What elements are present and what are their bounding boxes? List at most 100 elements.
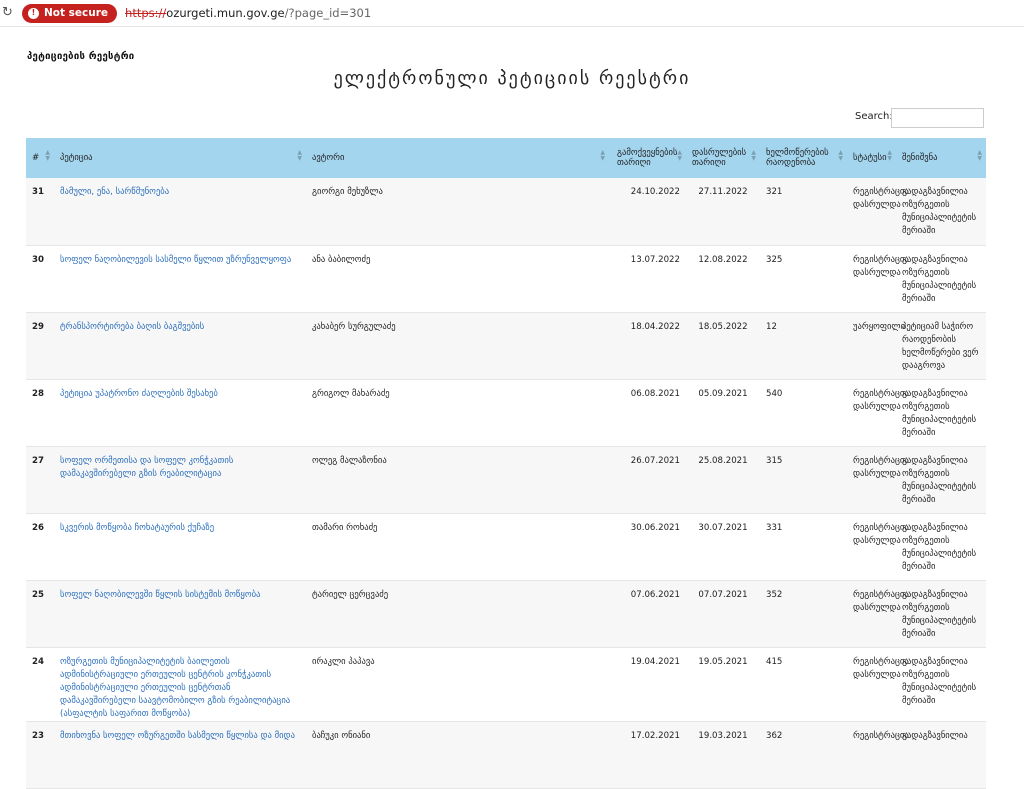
table-row: 25 სოფელ ნაღობილევში წყლის სისტემის მოწყ… [26,580,986,648]
column-header-number[interactable]: # ▲ ▼ [26,138,54,178]
sort-icon: ▲ ▼ [751,149,756,162]
page-title: ელექტრონული პეტიციის რეესტრი [333,68,691,89]
security-label: Not secure [44,7,109,19]
url-host: ozurgeti.mun.gov.ge [166,6,285,20]
sort-icon: ▲ ▼ [838,149,843,162]
column-header-author[interactable]: ავტორი ▲ ▼ [306,138,609,178]
petition-link[interactable]: სოფელ ორმეთისა და სოფელ კონჭკათის დამაკა… [54,446,306,514]
petition-link[interactable]: პეტიცია უპატრონო ძაღლების შესახებ [54,379,306,447]
cell-number: 27 [26,446,54,514]
cell-note: პეტიციამ საჭირო რაოდენობის ხელმოწერები ვ… [896,312,986,380]
cell-end-date: 05.09.2021 [686,379,760,447]
cell-number: 26 [26,513,54,581]
cell-author: ტარიელ ცერცვაძე [306,580,609,648]
cell-signatures: 415 [760,647,847,722]
petition-link[interactable]: სკვერის მოწყობა ჩოხატაურის ქუჩაზე [54,513,306,581]
column-header-end-date[interactable]: დასრულების თარიღი ▲ ▼ [686,138,760,178]
table-row: 24 ოზურგეთის მუნიციპალიტეტის ბაილეთის ად… [26,647,986,722]
cell-number: 25 [26,580,54,648]
sort-icon: ▲ ▼ [977,149,982,162]
cell-signatures: 331 [760,513,847,581]
petitions-table: # ▲ ▼ პეტიცია ▲ ▼ ავტორი ▲ ▼ გამოქვეყნების თარ… [26,138,986,789]
reload-icon[interactable]: ↻ [2,6,16,20]
cell-signatures: 352 [760,580,847,648]
sort-icon: ▲ ▼ [297,149,302,162]
cell-note: გადაგზავნილია ოზურგეთის მუნიციპალიტეტის … [896,178,986,246]
search-input[interactable] [891,108,984,128]
browser-address-bar: ↻ ! Not secure https://ozurgeti.mun.gov.… [0,0,1024,27]
cell-published-date: 19.04.2021 [609,647,686,722]
cell-end-date: 27.11.2022 [686,178,760,246]
table-header-row: # ▲ ▼ პეტიცია ▲ ▼ ავტორი ▲ ▼ გამოქვეყნების თარ… [26,138,986,178]
cell-status: რეგისტრაცია დასრულდა [847,513,909,581]
security-badge[interactable]: ! Not secure [22,3,118,23]
cell-published-date: 30.06.2021 [609,513,686,581]
cell-signatures: 321 [760,178,847,246]
warning-shield-icon: ! [28,7,39,19]
cell-published-date: 17.02.2021 [609,721,686,789]
cell-status: რეგისტრაცია დასრულდა [847,580,909,648]
table-row: 30 სოფელ ნაღობილევის სასმელი წყლით უზრუნ… [26,245,986,313]
cell-published-date: 24.10.2022 [609,178,686,246]
url-path: /?page_id=301 [284,6,372,20]
cell-signatures: 325 [760,245,847,313]
cell-number: 30 [26,245,54,313]
sort-icon: ▲ ▼ [45,149,50,162]
column-header-published-date[interactable]: გამოქვეყნების თარიღი ▲ ▼ [609,138,686,178]
table-row: 27 სოფელ ორმეთისა და სოფელ კონჭკათის დამ… [26,446,986,514]
cell-end-date: 18.05.2022 [686,312,760,380]
column-header-signatures[interactable]: ხელმოწერების რაოდენობა ▲ ▼ [760,138,847,178]
cell-end-date: 30.07.2021 [686,513,760,581]
cell-signatures: 540 [760,379,847,447]
url-field[interactable]: https://ozurgeti.mun.gov.ge/?page_id=301 [125,6,371,20]
cell-published-date: 26.07.2021 [609,446,686,514]
cell-published-date: 18.04.2022 [609,312,686,380]
cell-published-date: 07.06.2021 [609,580,686,648]
cell-author: ირაკლი პაპავა [306,647,609,722]
search-label: Search: [855,111,893,122]
cell-author: ბაჩუკი ონიანი [306,721,609,789]
breadcrumb: პეტიციების რეესტრი [27,51,135,62]
column-header-note[interactable]: შენიშვნა ▲ ▼ [896,138,986,178]
cell-status: რეგისტრაცია [847,721,909,789]
cell-note: გადაგზავნილია [896,721,986,789]
table-row: 26 სკვერის მოწყობა ჩოხატაურის ქუჩაზე თამ… [26,513,986,581]
cell-published-date: 06.08.2021 [609,379,686,447]
cell-status: რეგისტრაცია დასრულდა [847,245,909,313]
petition-link[interactable]: სოფელ ნაღობილევში წყლის სისტემის მოწყობა [54,580,306,648]
cell-end-date: 25.08.2021 [686,446,760,514]
cell-end-date: 19.05.2021 [686,647,760,722]
cell-author: ანა ბაბილოძე [306,245,609,313]
table-row: 23 მთიხოვნა სოფელ ოზურგეთში სასმელი წყლი… [26,721,986,789]
cell-end-date: 07.07.2021 [686,580,760,648]
cell-number: 23 [26,721,54,789]
cell-author: გიორგი მეხუზლა [306,178,609,246]
cell-number: 29 [26,312,54,380]
petition-link[interactable]: ოზურგეთის მუნიციპალიტეტის ბაილეთის ადმინ… [54,647,306,722]
cell-number: 28 [26,379,54,447]
cell-status: რეგისტრაცია დასრულდა [847,446,909,514]
petition-link[interactable]: მამული, ენა, სარწმუნოება [54,178,306,246]
cell-end-date: 19.03.2021 [686,721,760,789]
cell-signatures: 362 [760,721,847,789]
cell-note: გადაგზავნილია ოზურგეთის მუნიციპალიტეტის … [896,580,986,648]
cell-number: 31 [26,178,54,246]
cell-note: გადაგზავნილია ოზურგეთის მუნიციპალიტეტის … [896,245,986,313]
sort-icon: ▲ ▼ [677,149,682,162]
petition-link[interactable]: სოფელ ნაღობილევის სასმელი წყლით უზრუნველ… [54,245,306,313]
cell-signatures: 315 [760,446,847,514]
cell-signatures: 12 [760,312,847,380]
url-scheme: https:// [125,6,167,20]
table-row: 29 ტრანსპორტირება ბაღის ბაგშვების კახაბე… [26,312,986,380]
cell-author: თამარი როხაძე [306,513,609,581]
cell-number: 24 [26,647,54,722]
cell-status: უარყოფილი [847,312,905,380]
cell-note: გადაგზავნილია ოზურგეთის მუნიციპალიტეტის … [896,513,986,581]
column-header-status[interactable]: სტატუსი ▲ ▼ [847,138,896,178]
petition-link[interactable]: მთიხოვნა სოფელ ოზურგეთში სასმელი წყლისა … [54,721,306,789]
cell-author: გრიგოლ მახარაძე [306,379,609,447]
column-header-petition[interactable]: პეტიცია ▲ ▼ [54,138,306,178]
petition-link[interactable]: ტრანსპორტირება ბაღის ბაგშვების [54,312,306,380]
cell-note: გადაგზავნილია ოზურგეთის მუნიციპალიტეტის … [896,446,986,514]
table-row: 31 მამული, ენა, სარწმუნოება გიორგი მეხუზ… [26,178,986,246]
